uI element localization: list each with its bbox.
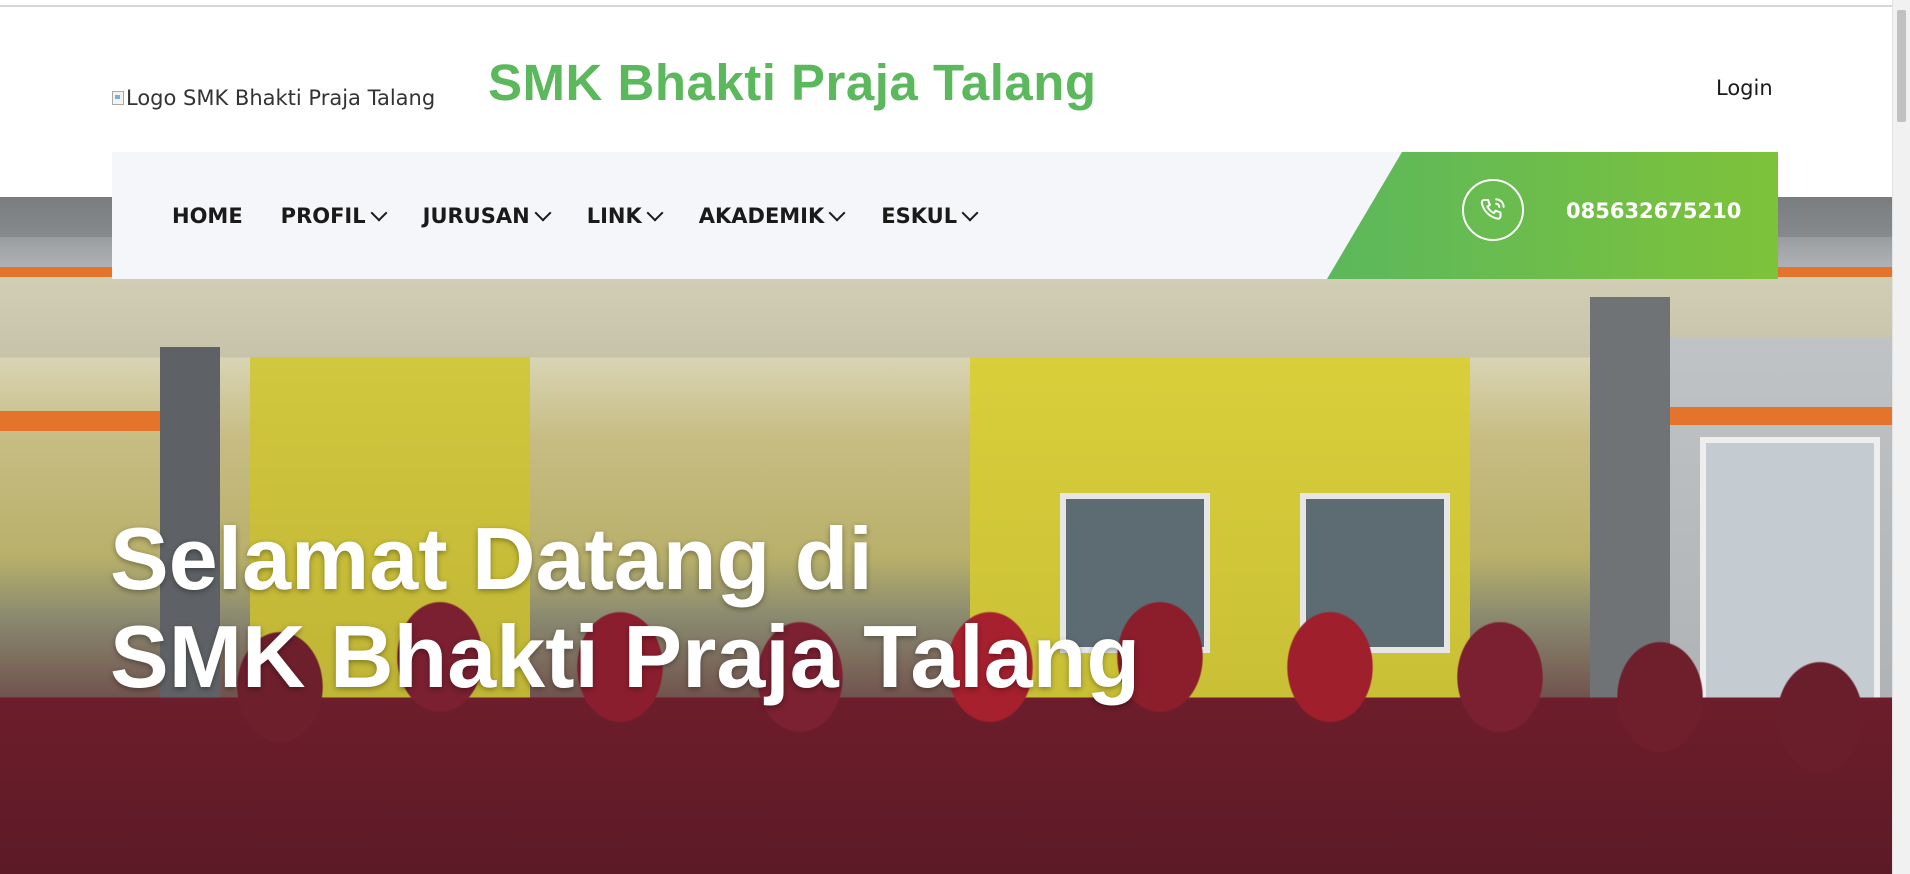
phone-icon xyxy=(1462,179,1524,241)
nav-item-label: HOME xyxy=(172,203,243,228)
phone-number[interactable]: 085632675210 xyxy=(1566,199,1741,223)
hero-title-line2: SMK Bhakti Praja Talang xyxy=(110,607,1141,706)
scrollbar[interactable] xyxy=(1892,0,1910,874)
chevron-down-icon xyxy=(961,204,979,221)
chevron-down-icon xyxy=(646,204,664,221)
hero-title: Selamat Datang di SMK Bhakti Praja Talan… xyxy=(110,510,1140,706)
nav-item-profil[interactable]: PROFIL xyxy=(280,203,388,228)
nav-item-akademik[interactable]: AKADEMIK xyxy=(698,203,846,228)
phone-contact[interactable]: 085632675210 xyxy=(1327,152,1778,279)
nav-item-home[interactable]: HOME xyxy=(172,204,243,228)
hero-photo-trim-right xyxy=(1670,407,1892,425)
chevron-down-icon xyxy=(370,204,388,221)
main-navbar: HOME PROFIL JURUSAN LINK AKADEMIK ESKUL xyxy=(112,152,1778,279)
broken-image-icon xyxy=(112,91,124,105)
nav-item-label: PROFIL xyxy=(280,203,366,228)
nav-item-link[interactable]: LINK xyxy=(586,203,664,228)
logo-alt-text: Logo SMK Bhakti Praja Talang xyxy=(126,86,436,110)
chevron-down-icon xyxy=(828,204,846,221)
site-title[interactable]: SMK Bhakti Praja Talang xyxy=(488,53,1097,112)
nav-menu: HOME PROFIL JURUSAN LINK AKADEMIK ESKUL xyxy=(172,152,1014,279)
login-link[interactable]: Login xyxy=(1716,76,1773,100)
nav-item-label: ESKUL xyxy=(881,203,958,228)
nav-item-label: LINK xyxy=(586,203,642,228)
site-logo[interactable]: Logo SMK Bhakti Praja Talang xyxy=(112,86,435,110)
nav-item-label: AKADEMIK xyxy=(698,203,825,228)
chevron-down-icon xyxy=(534,204,552,221)
browser-top-edge xyxy=(0,0,1892,7)
hero-photo-trim-left xyxy=(0,411,160,431)
nav-item-label: JURUSAN xyxy=(422,203,530,228)
nav-item-jurusan[interactable]: JURUSAN xyxy=(422,203,552,228)
nav-item-eskul[interactable]: ESKUL xyxy=(881,203,979,228)
scrollbar-thumb[interactable] xyxy=(1897,10,1906,122)
hero-title-line1: Selamat Datang di xyxy=(110,509,873,608)
